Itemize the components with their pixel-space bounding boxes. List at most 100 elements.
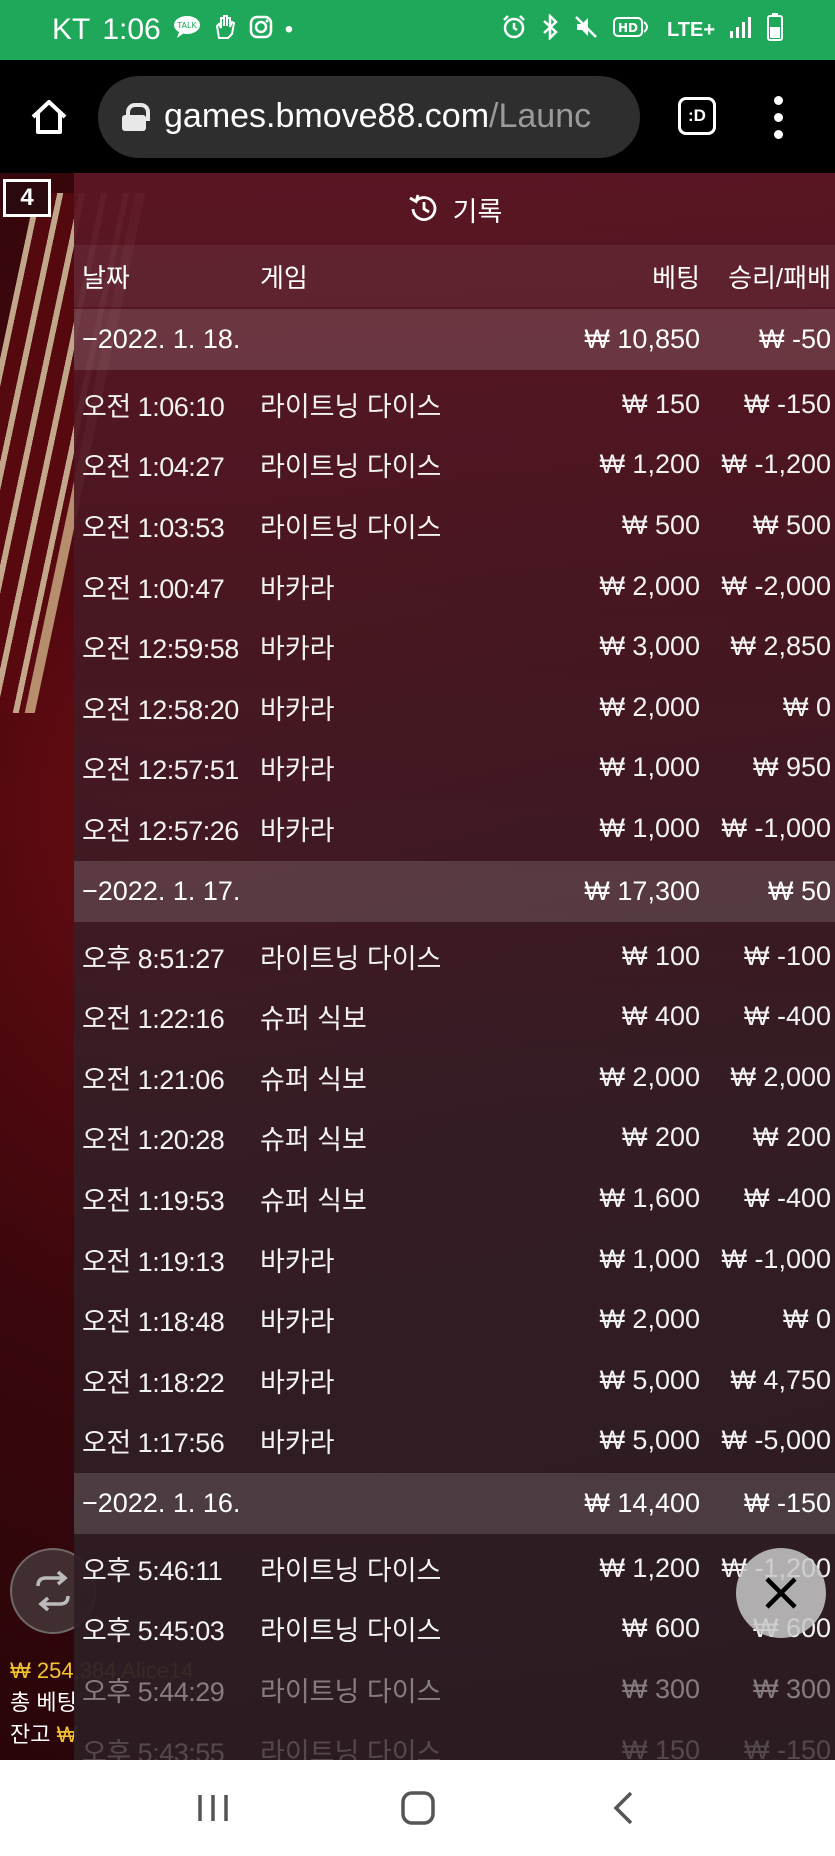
day-bet-total: ₩ 10,850 (584, 324, 700, 354)
hand-icon (213, 14, 237, 47)
history-row[interactable]: 오전 1:22:16 슈퍼 식보 ₩ 400 ₩ -400 (74, 986, 835, 1047)
history-row[interactable]: 오후 5:44:29 라이트닝 다이스 ₩ 300 ₩ 300 (74, 1659, 835, 1720)
row-win: ₩ 2,000 (730, 1061, 831, 1092)
row-win: ₩ -5,000 (721, 1425, 831, 1456)
history-title: 기록 (74, 173, 835, 245)
home-button[interactable] (0, 60, 98, 173)
history-row[interactable]: 오전 12:59:58 바카라 ₩ 3,000 ₩ 2,850 (74, 616, 835, 677)
history-row[interactable]: 오전 12:58:20 바카라 ₩ 2,000 ₩ 0 (74, 677, 835, 738)
row-bet: ₩ 300 (621, 1674, 700, 1705)
row-bet: ₩ 1,000 (599, 812, 700, 843)
row-bet: ₩ 3,000 (599, 631, 700, 662)
row-time: 오후 5:46:11 (82, 1555, 223, 1586)
swap-icon (36, 1570, 70, 1612)
history-row[interactable]: 오후 5:46:11라이트닝 다이스₩ 1,200₩ -1,200 (74, 1538, 835, 1599)
history-row[interactable]: 오전 12:57:26 바카라 ₩ 1,000 ₩ -1,000 (74, 798, 835, 859)
row-time: 오전 1:19:53 (82, 1185, 225, 1216)
row-time: 오전 1:22:16 (82, 1004, 225, 1035)
row-time: 오전 1:03:53 (82, 512, 225, 543)
row-win: ₩ 300 (752, 1674, 831, 1705)
day-header-row[interactable]: −2022. 1. 16. ₩ 14,400 ₩ -150 (74, 1473, 835, 1535)
history-row[interactable]: 오후 8:51:27 라이트닝 다이스 ₩ 100 ₩ -100 (74, 926, 835, 987)
row-time: 오후 5:44:29 (82, 1677, 225, 1708)
overflow-menu-button[interactable] (762, 84, 794, 150)
history-row[interactable]: 오전 1:19:53 슈퍼 식보 ₩ 1,600 ₩ -400 (74, 1168, 835, 1229)
clock: 1:06 (102, 13, 161, 46)
alarm-icon (501, 14, 527, 47)
day-header-row[interactable]: −2022. 1. 18. ₩ 10,850 ₩ -50 (74, 309, 835, 370)
row-bet: ₩ 100 (621, 940, 700, 971)
row-game: 슈퍼 식보 (260, 1125, 367, 1156)
row-time: 오전 12:57:26 (82, 815, 239, 846)
day-win-total: ₩ -50 (758, 324, 831, 354)
status-left: KT 1:06 TALK • (52, 13, 293, 47)
row-game: 라이트닝 다이스 (260, 943, 442, 974)
row-bet: ₩ 2,000 (599, 691, 700, 722)
svg-text:HD: HD (618, 21, 638, 35)
row-bet: ₩ 5,000 (599, 1425, 700, 1456)
history-row[interactable]: 오전 1:18:48 바카라 ₩ 2,000 ₩ 0 (74, 1289, 835, 1350)
history-row[interactable]: 오전 1:04:27 라이트닝 다이스 ₩ 1,200 ₩ -1,200 (74, 435, 835, 496)
close-icon (765, 1577, 797, 1609)
history-row[interactable]: 오전 1:21:06 슈퍼 식보 ₩ 2,000 ₩ 2,000 (74, 1047, 835, 1108)
back-button[interactable] (593, 1778, 653, 1838)
close-button[interactable] (736, 1548, 826, 1638)
row-game: 바카라 (260, 755, 335, 786)
history-row[interactable]: 오후 5:45:03라이트닝 다이스₩ 600₩ 600 (74, 1599, 835, 1660)
history-row[interactable]: 오후 5:43:55 라이트닝 다이스 ₩ 150 ₩ -150 (74, 1720, 835, 1760)
url-path: /Launc (489, 97, 592, 135)
history-title-text: 기록 (452, 196, 503, 227)
history-row[interactable]: 오전 1:17:56 바카라 ₩ 5,000 ₩ -5,000 (74, 1411, 835, 1472)
tile-number: 4 (3, 179, 51, 217)
row-game: 라이트닝 다이스 (260, 1677, 442, 1708)
history-row[interactable]: 오전 1:00:47 바카라 ₩ 2,000 ₩ -2,000 (74, 556, 835, 617)
row-time: 오후 8:51:27 (82, 943, 225, 974)
tab-switcher-button[interactable]: :D (678, 97, 716, 135)
row-game: 바카라 (260, 815, 335, 846)
row-time: 오전 12:57:51 (82, 755, 239, 786)
status-bar: KT 1:06 TALK • HD LTE+ (0, 0, 835, 60)
row-bet: ₩ 1,200 (599, 1552, 700, 1583)
history-row[interactable]: 오전 1:06:10 라이트닝 다이스 ₩ 150 ₩ -150 (74, 374, 835, 435)
history-row[interactable]: 오전 1:20:28 슈퍼 식보 ₩ 200 ₩ 200 (74, 1108, 835, 1169)
row-game: 슈퍼 식보 (260, 1064, 367, 1095)
browser-toolbar: games.bmove88.com /Launc :D (0, 60, 835, 173)
day-header-row[interactable]: −2022. 1. 17. ₩ 17,300 ₩ 50 (74, 860, 835, 922)
url-host: games.bmove88.com (164, 97, 490, 135)
back-icon (613, 1791, 632, 1825)
row-game: 바카라 (260, 694, 335, 725)
menu-dot (773, 129, 783, 139)
history-list[interactable]: −2022. 1. 18. ₩ 10,850 ₩ -50 오전 1:06:10 라이트닝… (74, 309, 835, 1760)
history-row[interactable]: 오전 1:19:13 바카라 ₩ 1,000 ₩ -1,000 (74, 1229, 835, 1290)
col-game: 게임 (260, 262, 308, 293)
row-game: 라이트닝 다이스 (260, 512, 442, 543)
menu-dot (773, 112, 783, 122)
hd-icon: HD (613, 14, 653, 47)
column-headers: 날짜 게임 베팅 승리/패배 (74, 245, 835, 307)
row-time: 오전 1:18:48 (82, 1307, 225, 1338)
col-bet: 베팅 (652, 262, 700, 293)
row-game: 라이트닝 다이스 (260, 452, 442, 483)
row-game: 슈퍼 식보 (260, 1185, 367, 1216)
row-game: 라이트닝 다이스 (260, 1616, 442, 1647)
address-bar[interactable]: games.bmove88.com /Launc (98, 75, 640, 158)
signal-icon (729, 15, 753, 46)
day-win-total: ₩ 50 (767, 875, 831, 906)
home-nav-button[interactable] (388, 1778, 448, 1838)
row-win: ₩ -400 (743, 1182, 831, 1213)
history-row[interactable]: 오전 1:03:53 라이트닝 다이스 ₩ 500 ₩ 500 (74, 495, 835, 556)
row-bet: ₩ 2,000 (599, 570, 700, 601)
row-bet: ₩ 2,000 (599, 1304, 700, 1335)
row-game: 라이트닝 다이스 (260, 391, 442, 422)
recents-button[interactable] (183, 1778, 243, 1838)
history-row[interactable]: 오전 12:57:51 바카라 ₩ 1,000 ₩ 950 (74, 738, 835, 799)
row-time: 오전 12:58:20 (82, 694, 239, 725)
history-row[interactable]: 오전 1:18:22 바카라 ₩ 5,000 ₩ 4,750 (74, 1350, 835, 1411)
col-win: 승리/패배 (728, 262, 831, 293)
row-time: 오전 12:59:58 (82, 634, 239, 665)
row-time: 오전 1:19:13 (82, 1246, 225, 1277)
row-time: 오전 1:21:06 (82, 1064, 225, 1095)
row-game: 바카라 (260, 1307, 335, 1338)
row-win: ₩ -400 (743, 1001, 831, 1032)
row-time: 오전 1:06:10 (82, 391, 225, 422)
